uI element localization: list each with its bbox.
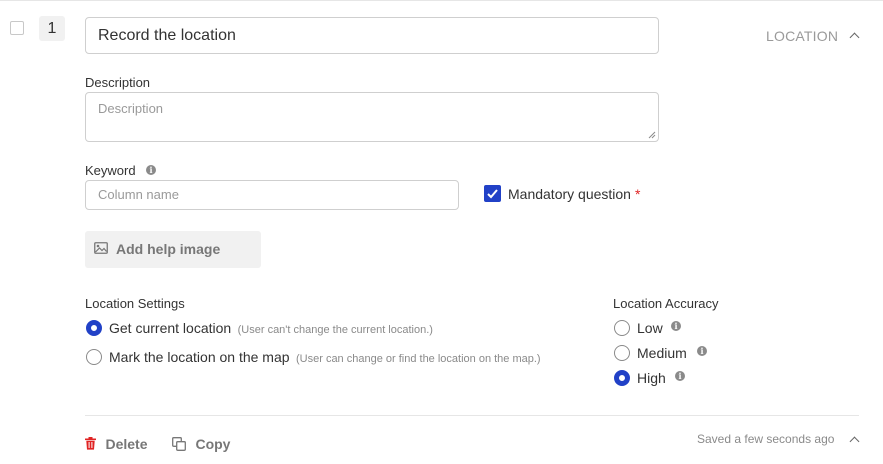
collapse-chevron-up-icon[interactable] [849,32,860,43]
resize-grip-icon[interactable] [648,131,656,139]
radio-get-current-location[interactable] [86,320,102,336]
keyword-input[interactable]: Column name [85,180,459,210]
option-mark-location-on-map[interactable]: Mark the location on the map (User can c… [109,349,541,367]
mandatory-label[interactable]: Mandatory question * [508,186,640,202]
accuracy-low-label[interactable]: Low [637,320,663,336]
description-placeholder: Description [98,101,164,116]
description-label: Description [85,75,151,90]
radio-accuracy-low[interactable] [614,320,630,336]
option-hint: (User can change or find the location on… [296,353,541,365]
radio-accuracy-high[interactable] [614,370,630,386]
footer-chevron-up-icon[interactable] [849,436,860,447]
option-hint: (User can't change the current location.… [237,324,433,336]
question-number-badge: 1 [39,16,65,41]
footer-divider [85,415,859,416]
mandatory-checkbox[interactable] [484,185,501,202]
option-label: Get current location [109,320,232,336]
option-label: Mark the location on the map [109,349,290,365]
accuracy-medium-label[interactable]: Medium [637,345,687,361]
radio-accuracy-medium[interactable] [614,345,630,361]
top-divider [0,0,883,1]
accuracy-high-info-icon[interactable]: i [675,371,685,381]
location-accuracy-label: Location Accuracy [613,296,719,311]
question-title-input[interactable]: Record the location [85,17,659,54]
saved-status: Saved a few seconds ago [697,432,835,446]
question-type-label: LOCATION [766,28,839,44]
description-textarea[interactable]: Description [85,92,659,142]
delete-button[interactable]: Delete [85,436,147,454]
checkmark-icon [487,189,498,199]
required-asterisk: * [634,186,641,202]
location-settings-label: Location Settings [85,296,185,311]
mandatory-label-text: Mandatory question [508,186,631,202]
keyword-info-icon[interactable]: i [146,165,156,175]
question-select-checkbox[interactable] [10,21,24,35]
copy-icon [172,437,186,451]
keyword-label: Keyword [85,163,136,178]
add-help-image-button[interactable]: Add help image [85,231,261,268]
keyword-placeholder: Column name [98,187,179,202]
delete-label: Delete [105,436,148,452]
accuracy-low-info-icon[interactable]: i [671,321,681,331]
accuracy-high-label[interactable]: High [637,370,666,386]
add-help-image-label: Add help image [116,241,221,257]
trash-icon [85,437,96,450]
accuracy-medium-info-icon[interactable]: i [697,346,707,356]
copy-button[interactable]: Copy [172,436,230,454]
radio-mark-location-on-map[interactable] [86,349,102,365]
image-icon [94,242,108,254]
option-get-current-location[interactable]: Get current location (User can't change … [109,320,433,338]
copy-label: Copy [195,436,231,452]
